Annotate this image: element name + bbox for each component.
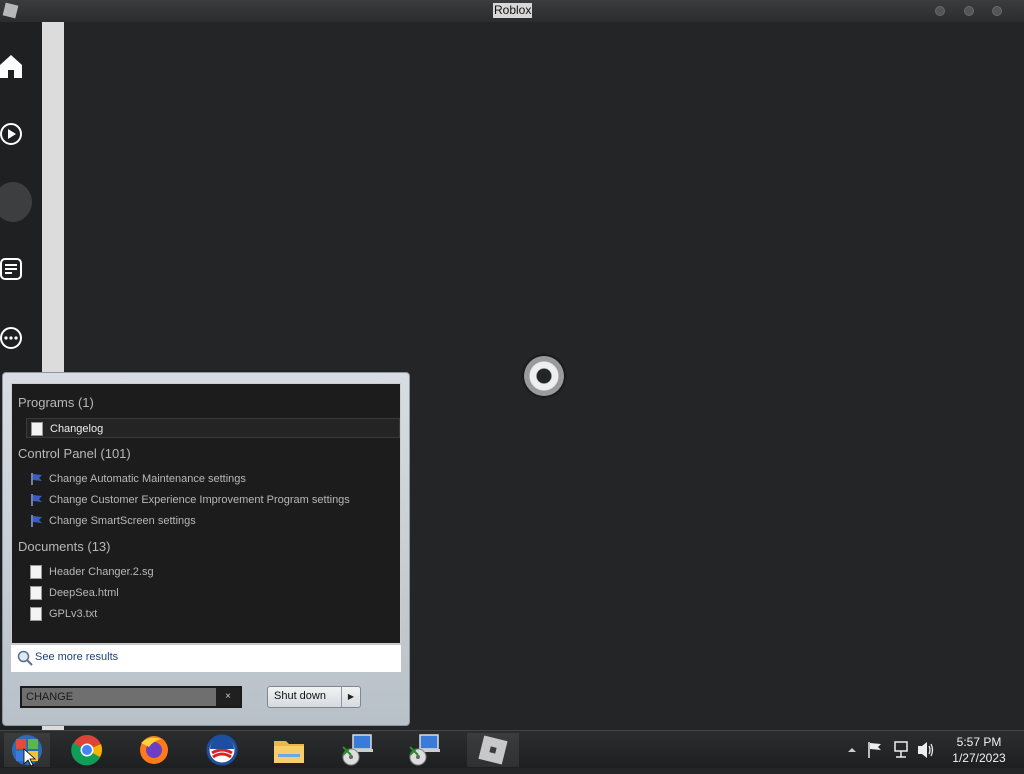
minimize-button[interactable]: [935, 6, 945, 16]
clock-date: 1/27/2023: [952, 751, 1006, 765]
close-button[interactable]: [992, 6, 1002, 16]
roblox-app-icon: [2, 2, 19, 19]
window-title: Roblox: [493, 3, 533, 18]
result-automatic-maintenance[interactable]: Change Automatic Maintenance settings: [26, 469, 400, 489]
action-center-flag-icon: [30, 514, 42, 528]
magnifier-icon: [17, 650, 33, 666]
system-clock[interactable]: 5:57 PM 1/27/2023: [944, 734, 1014, 766]
home-icon[interactable]: [0, 54, 24, 78]
search-results-pane: Programs (1) Changelog Control Panel (10…: [11, 383, 401, 644]
start-menu: Programs (1) Changelog Control Panel (10…: [2, 372, 410, 726]
group-documents-header: Documents (13): [18, 539, 111, 554]
network-icon[interactable]: [892, 731, 912, 769]
installer-icon[interactable]: [333, 733, 379, 767]
obama-logo-icon[interactable]: [199, 733, 245, 767]
maximize-button[interactable]: [964, 6, 974, 16]
installer-icon[interactable]: [400, 733, 446, 767]
loading-spinner: [524, 356, 564, 396]
taskbar: 5:57 PM 1/27/2023: [0, 730, 1024, 768]
document-icon: [30, 586, 42, 600]
clear-search-button[interactable]: ×: [216, 688, 240, 706]
result-customer-experience[interactable]: Change Customer Experience Improvement P…: [26, 490, 400, 510]
result-gplv3[interactable]: GPLv3.txt: [26, 604, 400, 624]
shut-down-button[interactable]: Shut down ▶: [267, 686, 361, 708]
firefox-icon[interactable]: [131, 733, 177, 767]
chat-icon[interactable]: [0, 258, 24, 282]
start-orb[interactable]: [4, 733, 50, 767]
window-titlebar: Roblox: [0, 0, 1024, 22]
roblox-taskbar-icon[interactable]: [467, 733, 519, 767]
show-hidden-icons-icon[interactable]: [845, 731, 859, 769]
avatar[interactable]: [0, 182, 32, 222]
document-icon: [30, 565, 42, 579]
shutdown-options-arrow[interactable]: ▶: [341, 687, 360, 707]
start-search-input[interactable]: [26, 689, 206, 705]
play-icon[interactable]: [0, 122, 24, 146]
file-explorer-icon[interactable]: [266, 733, 312, 767]
action-center-flag-icon: [30, 493, 42, 507]
result-header-changer[interactable]: Header Changer.2.sg: [26, 562, 400, 582]
more-icon[interactable]: [0, 326, 24, 350]
document-icon: [30, 607, 42, 621]
clock-time: 5:57 PM: [956, 735, 1002, 749]
see-more-results-link[interactable]: See more results: [11, 645, 401, 672]
action-center-flag-icon: [30, 472, 42, 486]
start-search-box[interactable]: ×: [20, 686, 242, 708]
result-smartscreen[interactable]: Change SmartScreen settings: [26, 511, 400, 531]
document-icon: [31, 422, 43, 436]
result-changelog[interactable]: Changelog: [26, 418, 400, 438]
chrome-icon[interactable]: [64, 733, 110, 767]
group-programs-header: Programs (1): [18, 395, 94, 410]
volume-icon[interactable]: [916, 731, 936, 769]
group-control-panel-header: Control Panel (101): [18, 446, 131, 461]
action-center-flag-icon[interactable]: [866, 731, 884, 769]
result-deepsea[interactable]: DeepSea.html: [26, 583, 400, 603]
